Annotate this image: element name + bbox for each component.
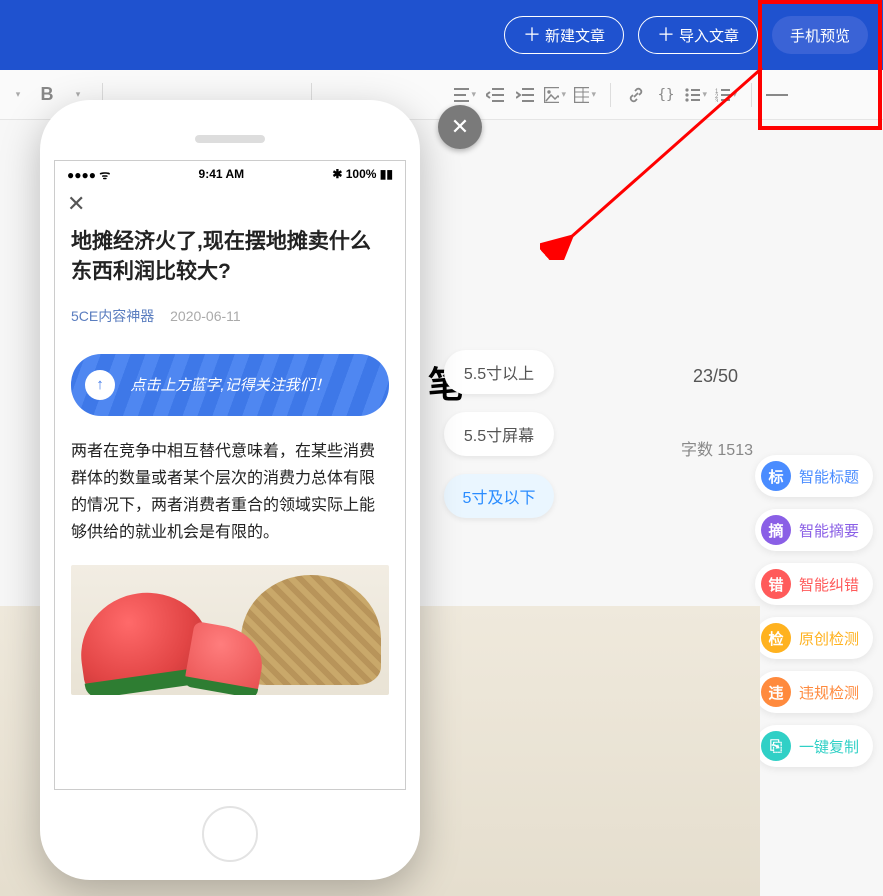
fab-copy-all[interactable]: ⎘ 一键复制	[755, 725, 873, 767]
basket-graphic	[241, 575, 381, 685]
unordered-list-button[interactable]	[685, 84, 707, 106]
size-tab-medium[interactable]: 5.5寸屏幕	[444, 412, 554, 456]
article-source: 5CE内容神器	[71, 308, 154, 324]
fab-violation-check[interactable]: 违违规检测	[755, 671, 873, 713]
plus-icon: ＋	[657, 26, 675, 44]
fab-original-check[interactable]: 检原创检测	[755, 617, 873, 659]
hr-icon	[766, 93, 788, 97]
ul-icon	[685, 88, 700, 102]
fab-circle-icon: 检	[761, 623, 791, 653]
screen-size-tabs: 5.5寸以上 5.5寸屏幕 5寸及以下	[444, 350, 554, 518]
article-meta: 5CE内容神器 2020-06-11	[71, 306, 389, 326]
arrow-up-icon: ↑	[85, 370, 115, 400]
fab-smart-title[interactable]: 标智能标题	[755, 455, 873, 497]
align-dropdown[interactable]	[454, 84, 476, 106]
close-preview-button[interactable]: ✕	[438, 105, 482, 149]
close-icon: ✕	[451, 114, 469, 140]
article-body: 两者在竞争中相互替代意味着，在某些消费群体的数量或者某个层次的消费力总体有限的情…	[71, 438, 389, 547]
table-icon	[574, 87, 589, 103]
status-time: 9:41 AM	[199, 167, 245, 181]
fab-label: 智能标题	[799, 466, 859, 487]
fab-label: 原创检测	[799, 628, 859, 649]
image-icon	[544, 87, 559, 103]
signal-icon: ●●●● ᯤ	[67, 166, 110, 183]
font-dropdown[interactable]	[6, 84, 28, 106]
phone-preview: ●●●● ᯤ 9:41 AM ✱ 100% ▮▮ ✕ 地摊经济火了,现在摆地摊卖…	[40, 100, 420, 880]
import-article-label: 导入文章	[679, 25, 739, 46]
assist-fabs: 标智能标题 摘智能摘要 错智能纠错 检原创检测 违违规检测 ⎘ 一键复制	[755, 455, 873, 767]
toolbar-divider	[751, 83, 752, 107]
fab-circle-icon: 错	[761, 569, 791, 599]
size-tab-small[interactable]: 5寸及以下	[444, 474, 554, 518]
fab-smart-correct[interactable]: 错智能纠错	[755, 563, 873, 605]
phone-status-bar: ●●●● ᯤ 9:41 AM ✱ 100% ▮▮	[55, 161, 405, 187]
fab-circle-icon: 摘	[761, 515, 791, 545]
table-button[interactable]	[574, 84, 596, 106]
fab-circle-icon: 违	[761, 677, 791, 707]
image-button[interactable]	[544, 84, 566, 106]
mobile-preview-button[interactable]: 手机预览	[772, 16, 868, 54]
status-battery: ✱ 100% ▮▮	[332, 167, 393, 181]
fab-circle-icon: ⎘	[761, 731, 791, 761]
app-header: ＋ 新建文章 ＋ 导入文章 手机预览	[0, 0, 883, 70]
title-char-count: 23/50	[693, 366, 738, 387]
link-icon	[627, 86, 645, 104]
phone-screen: ●●●● ᯤ 9:41 AM ✱ 100% ▮▮ ✕ 地摊经济火了,现在摆地摊卖…	[54, 160, 406, 790]
hr-button[interactable]	[766, 84, 788, 106]
article-image	[71, 565, 389, 695]
new-article-label: 新建文章	[545, 25, 605, 46]
new-article-button[interactable]: ＋ 新建文章	[504, 16, 624, 54]
word-count: 字数 1513	[681, 436, 753, 460]
article-date: 2020-06-11	[170, 308, 241, 324]
article-title: 地摊经济火了,现在摆地摊卖什么东西利润比较大?	[71, 227, 389, 288]
fab-label: 智能摘要	[799, 520, 859, 541]
ordered-list-button[interactable]: 123	[715, 84, 737, 106]
fab-label: 智能纠错	[799, 574, 859, 595]
ol-icon: 123	[715, 88, 730, 102]
phone-home-button	[202, 806, 258, 862]
banner-text: 点击上方蓝字,记得关注我们！	[130, 374, 329, 395]
phone-frame: ●●●● ᯤ 9:41 AM ✱ 100% ▮▮ ✕ 地摊经济火了,现在摆地摊卖…	[40, 100, 420, 880]
fab-smart-summary[interactable]: 摘智能摘要	[755, 509, 873, 551]
follow-banner[interactable]: ↑ 点击上方蓝字,记得关注我们！	[71, 354, 389, 416]
fab-label: 违规检测	[799, 682, 859, 703]
code-button[interactable]: {}	[655, 84, 677, 106]
import-article-button[interactable]: ＋ 导入文章	[638, 16, 758, 54]
outdent-icon	[486, 88, 504, 102]
link-button[interactable]	[625, 84, 647, 106]
indent-icon	[516, 88, 534, 102]
outdent-button[interactable]	[484, 84, 506, 106]
plus-icon: ＋	[523, 26, 541, 44]
article-close-button[interactable]: ✕	[55, 187, 405, 221]
article-content: 地摊经济火了,现在摆地摊卖什么东西利润比较大? 5CE内容神器 2020-06-…	[55, 221, 405, 695]
align-icon	[454, 88, 469, 102]
svg-text:3: 3	[715, 99, 719, 102]
toolbar-divider	[610, 83, 611, 107]
fab-label: 一键复制	[799, 736, 859, 757]
phone-speaker	[195, 135, 265, 143]
fab-circle-icon: 标	[761, 461, 791, 491]
size-tab-large[interactable]: 5.5寸以上	[444, 350, 554, 394]
mobile-preview-label: 手机预览	[790, 25, 850, 46]
indent-button[interactable]	[514, 84, 536, 106]
